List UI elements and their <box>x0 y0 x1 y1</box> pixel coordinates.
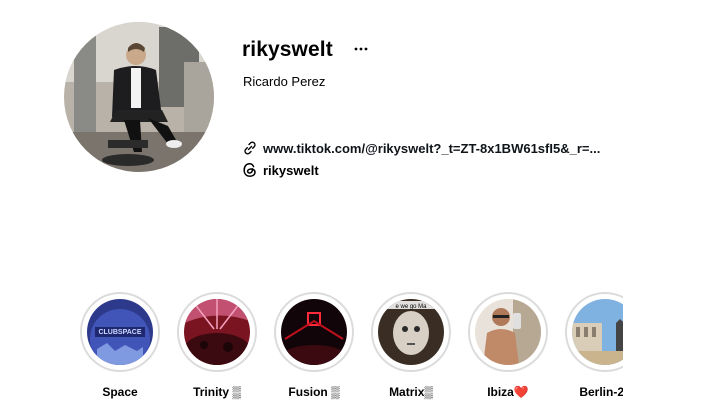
highlight-ring <box>274 292 354 372</box>
bio-link-text[interactable]: www.tiktok.com/@rikyswelt?_t=ZT-8x1BW61s… <box>263 141 600 156</box>
highlight-cover-matrix: e we go Ma <box>378 299 444 365</box>
threads-icon <box>242 162 258 178</box>
highlight-ring <box>177 292 257 372</box>
highlight-label: Berlin-20 <box>579 385 623 399</box>
highlight-cover-trinity <box>184 299 250 365</box>
highlight-trinity[interactable]: Trinity ▒ <box>175 292 259 399</box>
highlight-fusion[interactable]: Fusion ▒ <box>272 292 356 399</box>
profile-avatar[interactable] <box>64 22 214 172</box>
more-horizontal-icon <box>354 47 368 51</box>
highlight-ring <box>565 292 623 372</box>
highlight-space[interactable]: CLUBSPACE Space <box>78 292 162 399</box>
svg-text:e we go Ma: e we go Ma <box>395 304 427 310</box>
svg-text:CLUBSPACE: CLUBSPACE <box>98 329 141 336</box>
highlight-ibiza[interactable]: Ibiza❤️ <box>466 292 550 399</box>
highlight-label: Trinity ▒ <box>193 385 241 399</box>
highlight-ring <box>468 292 548 372</box>
highlight-ring: CLUBSPACE <box>80 292 160 372</box>
highlight-label: Matrix▒ <box>389 385 433 399</box>
highlight-cover-fusion <box>281 299 347 365</box>
profile-full-name: Ricardo Perez <box>243 74 326 89</box>
highlight-cover-berlin <box>572 299 623 365</box>
highlight-berlin[interactable]: Berlin-20 <box>563 292 623 399</box>
threads-handle[interactable]: rikyswelt <box>263 163 319 178</box>
link-icon <box>242 140 258 156</box>
highlight-label: Space <box>102 385 138 399</box>
highlight-cover-ibiza <box>475 299 541 365</box>
highlight-cover-space: CLUBSPACE <box>87 299 153 365</box>
more-options-button[interactable] <box>352 38 370 60</box>
highlight-label: Fusion ▒ <box>288 385 340 399</box>
highlight-ring: e we go Ma <box>371 292 451 372</box>
profile-username: rikyswelt <box>242 38 333 61</box>
highlight-label: Ibiza❤️ <box>487 385 529 399</box>
highlight-matrix[interactable]: e we go Ma Matrix▒ <box>369 292 453 399</box>
story-highlights: CLUBSPACE Space Trinity ▒ Fusion ▒ e we … <box>78 292 623 412</box>
threads-link[interactable]: rikyswelt <box>242 162 319 178</box>
bio-link[interactable]: www.tiktok.com/@rikyswelt?_t=ZT-8x1BW61s… <box>242 140 600 156</box>
avatar-photo <box>64 22 214 172</box>
